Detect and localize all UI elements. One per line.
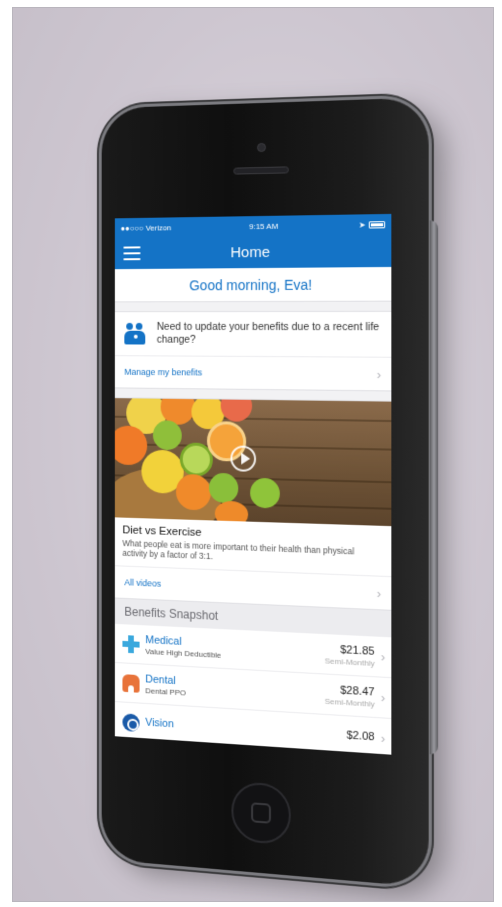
manage-benefits-label: Manage my benefits xyxy=(124,367,202,378)
location-icon: ➤ xyxy=(359,220,366,229)
benefit-name: Vision xyxy=(145,717,346,742)
manage-benefits-link[interactable]: Manage my benefits › xyxy=(115,356,391,390)
carrier-label: ●●○○○ Verizon xyxy=(121,223,172,233)
chevron-right-icon: › xyxy=(377,585,381,600)
chevron-right-icon: › xyxy=(381,690,385,706)
phone-device: ●●○○○ Verizon 9:15 AM ➤ Home Good mornin… xyxy=(102,97,429,887)
home-button[interactable] xyxy=(231,781,290,846)
status-icons: ➤ xyxy=(359,220,385,230)
benefit-amount: $2.08 xyxy=(346,729,374,743)
chevron-right-icon: › xyxy=(381,649,385,665)
life-change-card: Need to update your benefits due to a re… xyxy=(115,311,391,392)
chevron-right-icon: › xyxy=(377,366,381,381)
benefit-frequency: Semi-Monthly xyxy=(325,656,375,668)
play-icon[interactable] xyxy=(230,445,256,471)
front-camera xyxy=(257,143,266,152)
clock: 9:15 AM xyxy=(249,221,278,230)
chevron-right-icon: › xyxy=(381,731,385,747)
backdrop: ●●○○○ Verizon 9:15 AM ➤ Home Good mornin… xyxy=(12,7,494,902)
tooth-icon xyxy=(122,674,139,693)
earpiece-speaker xyxy=(233,166,288,174)
battery-icon xyxy=(369,221,385,228)
benefit-frequency: Semi-Monthly xyxy=(325,696,375,708)
video-card: Diet vs Exercise What people eat is more… xyxy=(115,397,391,611)
eye-icon xyxy=(122,713,139,732)
life-change-message: Need to update your benefits due to a re… xyxy=(157,321,381,348)
life-change-message-row: Need to update your benefits due to a re… xyxy=(115,312,391,358)
phone-screen: ●●○○○ Verizon 9:15 AM ➤ Home Good mornin… xyxy=(115,214,391,755)
family-icon xyxy=(124,323,147,347)
benefit-amount: $21.85 xyxy=(325,643,375,658)
medical-cross-icon xyxy=(122,635,139,654)
page-title: Home xyxy=(230,243,269,260)
greeting-banner: Good morning, Eva! xyxy=(115,267,391,302)
nav-bar: Home xyxy=(115,234,391,269)
menu-icon[interactable] xyxy=(123,246,140,260)
video-thumbnail[interactable] xyxy=(115,398,391,526)
all-videos-label: All videos xyxy=(124,577,161,588)
phone-side-edge xyxy=(430,220,438,754)
